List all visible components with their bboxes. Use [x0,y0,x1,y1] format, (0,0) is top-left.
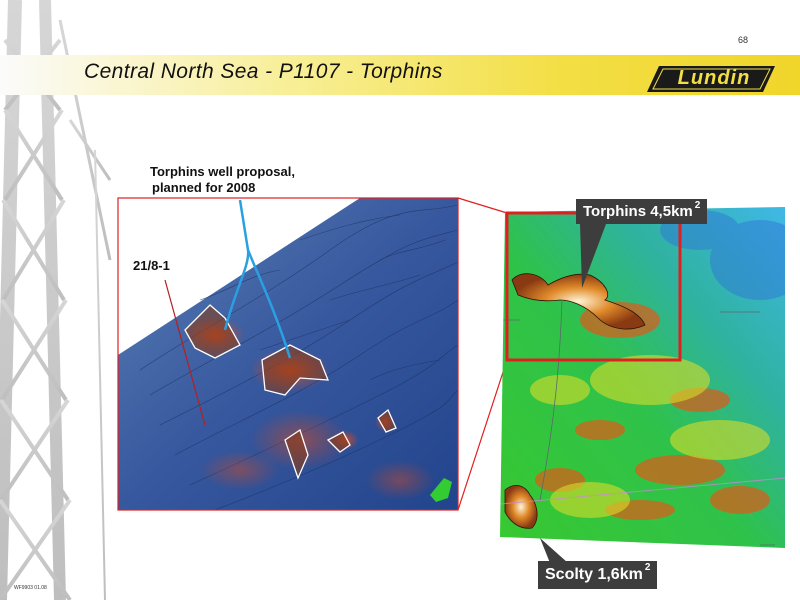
scolty-unit-exponent: 2 [644,562,651,573]
torphins-unit-exponent: 2 [694,200,701,211]
annotation-line-2: planned for 2008 [152,180,256,195]
footer-code: WF9903 01.08 [14,585,47,591]
well-label: 21/8-1 [133,258,170,273]
torphins-area-text: Torphins 4,5km [583,203,693,220]
seismic-maps [117,197,785,563]
well-proposal-annotation: Torphins well proposal, planned for 2008 [150,164,295,196]
scolty-area-callout: Scolty 1,6km 2 [538,561,658,589]
slide: 68 Central North Sea - P1107 - Torphins … [0,0,800,600]
torphins-area-callout: Torphins 4,5km 2 [576,199,708,224]
scolty-area-text: Scolty 1,6km [545,566,643,583]
annotation-line-1: Torphins well proposal, [150,164,295,179]
